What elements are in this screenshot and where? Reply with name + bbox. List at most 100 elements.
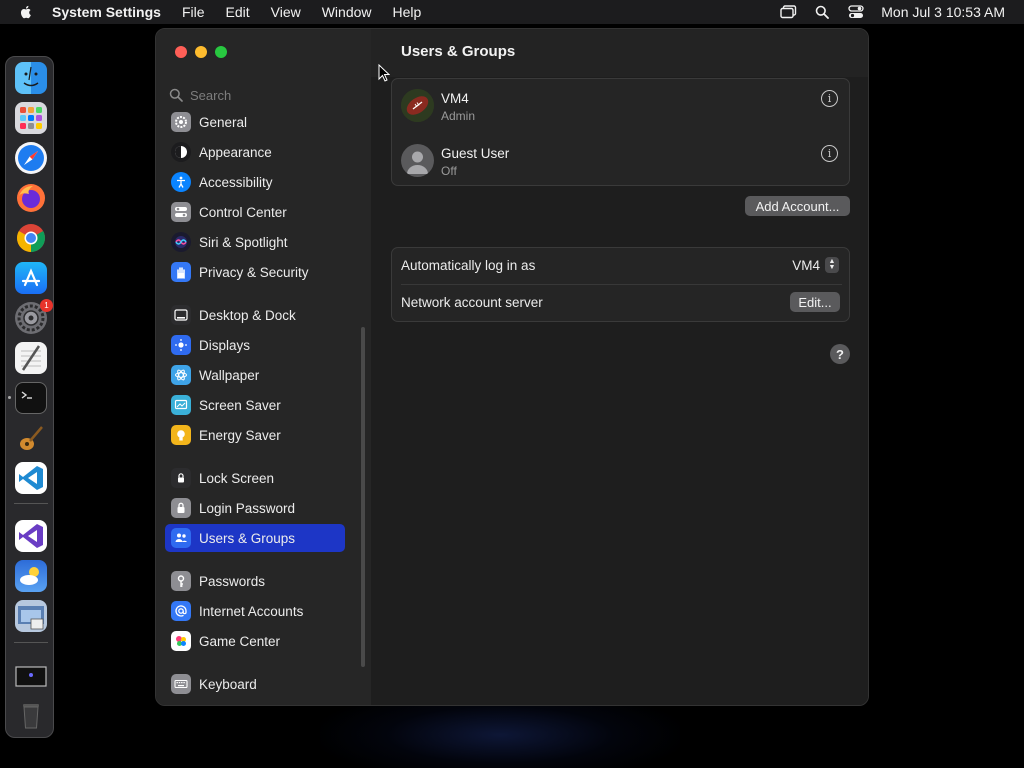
sidebar-item-label: Screen Saver [199,397,281,413]
menu-window[interactable]: Window [322,4,372,20]
sidebar-item-label: Users & Groups [199,530,296,546]
keyboard-icon [171,674,191,694]
firefox-icon[interactable] [15,182,47,214]
game-center-icon [171,631,191,651]
apple-menu-icon[interactable] [18,4,34,20]
sidebar-item-label: Lock Screen [199,470,275,486]
sidebar-item-energy-saver[interactable]: Energy Saver [165,422,345,448]
app-name-menu[interactable]: System Settings [52,4,161,20]
sidebar-item-screen-saver[interactable]: Screen Saver [165,392,345,418]
user-row-vm4[interactable]: VM4 Admin i [392,81,851,133]
wallpaper-icon [171,365,191,385]
at-icon [171,601,191,621]
sidebar-item-label: Displays [199,337,251,353]
control-center-icon [171,202,191,222]
chrome-icon[interactable] [15,222,47,254]
user-role: Admin [441,109,476,123]
visual-studio-icon[interactable] [15,520,47,552]
content-pane: Users & Groups VM4 Admin i Guest User Of… [371,29,868,705]
sidebar-item-label: Accessibility [199,174,273,190]
screen-mirroring-icon[interactable] [779,4,797,20]
vscode-icon[interactable] [15,462,47,494]
screenshot-thumbnail-icon[interactable] [15,660,47,692]
network-server-row: Network account server Edit... [392,285,851,321]
accessibility-icon [171,172,191,192]
notification-badge: 1 [40,299,53,312]
menu-bar-clock[interactable]: Mon Jul 3 10:53 AM [881,4,1005,20]
sidebar-item-general[interactable]: General [165,109,345,135]
search-field[interactable]: Search [169,84,354,106]
sidebar-item-wallpaper[interactable]: Wallpaper [165,362,345,388]
auto-login-select[interactable]: VM4 ▲ ▼ [792,257,839,273]
add-account-button[interactable]: Add Account... [745,196,850,216]
sidebar-item-game-center[interactable]: Game Center [165,628,345,654]
mouse-cursor-icon [378,64,390,82]
finder-icon[interactable] [15,62,47,94]
dock-separator [14,642,48,643]
sidebar-item-users-groups[interactable]: Users & Groups [165,524,345,552]
safari-icon[interactable] [15,142,47,174]
siri-icon [171,232,191,252]
trash-icon[interactable] [15,698,47,730]
screen-saver-icon [171,395,191,415]
textedit-icon[interactable] [15,342,47,374]
sidebar-item-desktop-dock[interactable]: Desktop & Dock [165,302,345,328]
sidebar-item-keyboard[interactable]: Keyboard [165,671,345,697]
sidebar-item-label: Desktop & Dock [199,307,296,323]
sidebar-item-internet-accounts[interactable]: Internet Accounts [165,598,345,624]
info-icon[interactable]: i [821,145,838,162]
menu-file[interactable]: File [182,4,205,20]
sidebar-item-label: Wallpaper [199,367,260,383]
sidebar-item-label: Appearance [199,144,272,160]
info-icon[interactable]: i [821,90,838,107]
auto-login-label: Automatically log in as [401,258,536,273]
user-name: VM4 [441,91,469,106]
menu-help[interactable]: Help [393,4,422,20]
sun-icon [171,335,191,355]
sidebar-item-privacy-security[interactable]: Privacy & Security [165,259,345,285]
garageband-icon[interactable] [15,422,47,454]
sidebar-item-label: Energy Saver [199,427,281,443]
hand-icon [171,262,191,282]
launchpad-icon[interactable] [15,102,47,134]
menu-view[interactable]: View [271,4,301,20]
zoom-window-button[interactable] [215,46,227,58]
sidebar-item-lock-screen[interactable]: Lock Screen [165,465,345,491]
sidebar-item-label: Internet Accounts [199,603,304,619]
weather-icon[interactable] [15,560,47,592]
sidebar-item-label: Privacy & Security [199,264,309,280]
sidebar-item-login-password[interactable]: Login Password [165,495,345,521]
user-row-guest[interactable]: Guest User Off i [392,136,851,188]
dock-separator [14,503,48,504]
spotlight-search-icon[interactable] [813,4,831,20]
login-options-panel: Automatically log in as VM4 ▲ ▼ Network a… [391,247,850,322]
edit-button[interactable]: Edit... [790,292,840,312]
sidebar-scrollbar[interactable] [361,327,365,667]
terminal-icon[interactable] [15,382,47,414]
sidebar-item-siri-spotlight[interactable]: Siri & Spotlight [165,229,345,255]
sidebar-item-displays[interactable]: Displays [165,332,345,358]
sidebar-item-control-center[interactable]: Control Center [165,199,345,225]
system-settings-window: Search General Appearance Accessibility … [155,28,869,706]
preview-icon[interactable] [15,600,47,632]
bulb-icon [171,425,191,445]
minimize-window-button[interactable] [195,46,207,58]
dock-icon [171,305,191,325]
gear-icon [171,112,191,132]
network-server-label: Network account server [401,295,543,310]
sidebar-item-label: Login Password [199,500,296,516]
auto-login-row: Automatically log in as VM4 ▲ ▼ [392,248,851,284]
close-window-button[interactable] [175,46,187,58]
sidebar-item-appearance[interactable]: Appearance [165,139,345,165]
menu-edit[interactable]: Edit [226,4,250,20]
search-placeholder: Search [190,87,232,103]
user-name: Guest User [441,146,510,161]
help-button[interactable]: ? [830,344,850,364]
sidebar-item-passwords[interactable]: Passwords [165,568,345,594]
sidebar-item-accessibility[interactable]: Accessibility [165,169,345,195]
appearance-icon [171,142,191,162]
control-center-icon[interactable] [847,4,865,20]
users-list-panel: VM4 Admin i Guest User Off i [391,78,850,186]
app-store-icon[interactable] [15,262,47,294]
menu-bar: System Settings File Edit View Window He… [0,0,1024,24]
